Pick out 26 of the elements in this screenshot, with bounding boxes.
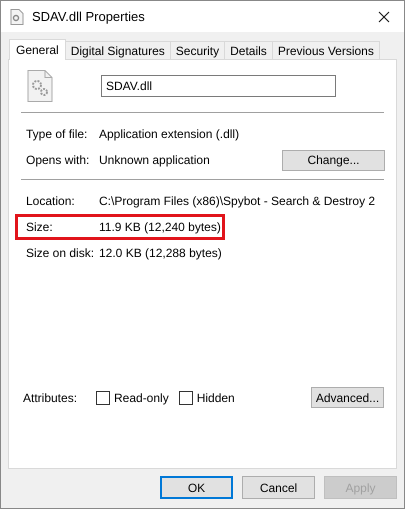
field-label: Size: [26,220,54,234]
tab[interactable]: Digital Signatures [64,41,171,59]
checkbox[interactable] [96,390,110,404]
tab[interactable]: General [9,39,66,60]
tab[interactable]: Previous Versions [272,41,380,59]
field-value: 12.0 KB (12,288 bytes) [99,246,222,260]
field-label: Location: [26,194,76,208]
advanced-button[interactable]: Advanced... [311,387,384,408]
field-label: Attributes: [23,390,78,404]
field-value: Unknown application [99,153,210,167]
window-title: SDAV.dll Properties [32,9,146,24]
tab[interactable]: Security [170,41,226,59]
field-label: Size on disk: [26,246,96,260]
field-label: Type of file: [26,127,88,141]
dialog-button[interactable]: OK [160,476,233,499]
checkbox[interactable] [178,390,193,404]
field-value: C:\Program Files (x86)\Spybot - Search & Destroy 2 [99,194,376,208]
checkbox-label[interactable]: Read-only [114,390,169,404]
close-icon [378,10,390,22]
field-value: Application extension (.dll) [99,127,240,141]
field-value: 11.9 KB (12,240 bytes) [99,220,221,234]
checkbox-label[interactable]: Hidden [196,390,235,404]
change-button[interactable]: Change... [282,150,385,170]
field-label: Opens with: [26,153,90,167]
dialog-button[interactable]: Cancel [242,476,315,499]
file-name-field[interactable]: SDAV.dll [101,75,336,97]
